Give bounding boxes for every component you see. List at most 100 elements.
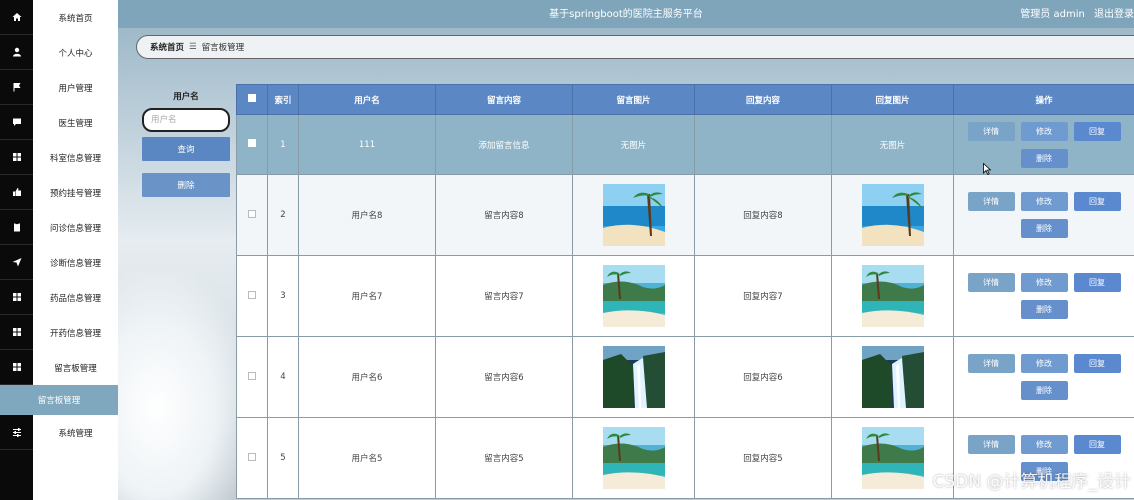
detail-button[interactable]: 详情 xyxy=(967,273,1015,292)
edit-button[interactable]: 修改 xyxy=(1020,121,1068,141)
breadcrumb-home[interactable]: 系统首页 xyxy=(150,41,184,53)
breadcrumb: 系统首页 ☰ 留言板管理 xyxy=(136,35,1134,59)
send-icon[interactable] xyxy=(0,245,33,280)
sidebar-item-profile[interactable]: 个人中心 xyxy=(33,35,118,70)
reply-button[interactable]: 回复 xyxy=(1073,354,1121,373)
cell-reply-image xyxy=(831,336,954,418)
grid-icon[interactable] xyxy=(0,280,33,315)
reply-button[interactable]: 回复 xyxy=(1073,273,1121,292)
sliders-icon[interactable] xyxy=(0,415,33,450)
select-all-checkbox[interactable] xyxy=(248,94,256,102)
edit-button[interactable]: 修改 xyxy=(1020,435,1068,454)
sidebar-subitem-messageboard-active[interactable]: 留言板管理 xyxy=(0,385,118,415)
cell-image xyxy=(572,255,695,337)
row-select-cell[interactable] xyxy=(236,336,268,418)
waterfall-image[interactable] xyxy=(861,346,924,408)
header-user-area: 管理员 admin 退出登录 xyxy=(1014,5,1134,20)
detail-button[interactable]: 详情 xyxy=(967,192,1015,211)
sidebar-item-doctors[interactable]: 医生管理 xyxy=(33,105,118,140)
sidebar-item-diagnoses[interactable]: 诊断信息管理 xyxy=(33,245,118,280)
row-select-cell[interactable] xyxy=(236,417,268,499)
detail-button[interactable]: 详情 xyxy=(967,354,1015,373)
island-image[interactable] xyxy=(861,427,924,489)
sidebar-item-departments[interactable]: 科室信息管理 xyxy=(33,140,118,175)
column-header-image: 留言图片 xyxy=(572,84,695,115)
select-all-header[interactable] xyxy=(236,84,268,115)
logout-link[interactable]: 退出登录 xyxy=(1094,9,1134,20)
cell-index: 4 xyxy=(267,336,299,418)
table-row[interactable]: 2 用户名8 留言内容8 回复内容8 详情 修改 回复 删除 xyxy=(236,174,1134,256)
delete-button[interactable]: 删除 xyxy=(1020,300,1068,319)
sidebar-item-system[interactable]: 系统管理 xyxy=(33,415,118,450)
cell-reply xyxy=(694,114,832,175)
grid-icon[interactable] xyxy=(0,315,33,350)
thumb-icon[interactable] xyxy=(0,175,33,210)
cell-username: 用户名8 xyxy=(298,174,436,256)
row-select-cell[interactable] xyxy=(236,114,268,175)
cell-reply: 回复内容5 xyxy=(694,417,832,499)
sidebar-item-medicines[interactable]: 药品信息管理 xyxy=(33,280,118,315)
reply-button[interactable]: 回复 xyxy=(1073,121,1121,141)
cell-actions: 详情 修改 回复 删除 xyxy=(953,114,1134,175)
edit-button[interactable]: 修改 xyxy=(1020,273,1068,292)
beach-image[interactable] xyxy=(602,184,665,246)
sidebar-item-appointments[interactable]: 预约挂号管理 xyxy=(33,175,118,210)
island-image[interactable] xyxy=(861,265,924,327)
csdn-watermark: CSDN @计算机程序_设计 xyxy=(932,472,1131,492)
cell-actions: 详情 修改 回复 删除 xyxy=(953,336,1134,418)
row-checkbox[interactable] xyxy=(248,452,256,461)
row-checkbox[interactable] xyxy=(248,290,256,299)
detail-button[interactable]: 详情 xyxy=(967,435,1015,454)
table-row[interactable]: 1 111 添加留言信息 无图片 无图片 详情 修改 回复 删除 xyxy=(236,114,1134,175)
sidebar-item-home[interactable]: 系统首页 xyxy=(33,0,118,35)
user-icon[interactable] xyxy=(0,35,33,70)
delete-button[interactable]: 删除 xyxy=(1020,219,1068,238)
cell-content: 留言内容8 xyxy=(435,174,573,256)
clipboard-icon[interactable] xyxy=(0,210,33,245)
grid-icon[interactable] xyxy=(0,350,33,385)
background-snow xyxy=(118,270,248,500)
cell-image xyxy=(572,174,695,256)
sidebar-item-users[interactable]: 用户管理 xyxy=(33,70,118,105)
cell-username: 用户名6 xyxy=(298,336,436,418)
row-checkbox[interactable] xyxy=(248,209,256,218)
sidebar-item-consultations[interactable]: 问诊信息管理 xyxy=(33,210,118,245)
column-header-username: 用户名 xyxy=(298,84,436,115)
delete-button[interactable]: 删除 xyxy=(1020,381,1068,400)
reply-button[interactable]: 回复 xyxy=(1073,192,1121,211)
row-select-cell[interactable] xyxy=(236,174,268,256)
delete-button[interactable]: 删除 xyxy=(1020,148,1068,168)
batch-delete-button[interactable]: 删除 xyxy=(142,173,230,197)
search-username-input[interactable] xyxy=(142,108,230,132)
grid-icon[interactable] xyxy=(0,140,33,175)
reply-button[interactable]: 回复 xyxy=(1073,435,1121,454)
waterfall-image[interactable] xyxy=(602,346,665,408)
sidebar-item-messageboard[interactable]: 留言板管理 xyxy=(33,350,118,385)
row-select-cell[interactable] xyxy=(236,255,268,337)
top-header: 基于springboot的医院主服务平台 管理员 admin 退出登录 xyxy=(118,0,1134,28)
cell-content: 留言内容5 xyxy=(435,417,573,499)
row-checkbox[interactable] xyxy=(248,371,256,380)
home-icon[interactable] xyxy=(0,0,33,35)
island-image[interactable] xyxy=(602,427,665,489)
detail-button[interactable]: 详情 xyxy=(967,121,1015,141)
sidebar-item-prescriptions[interactable]: 开药信息管理 xyxy=(33,315,118,350)
chat-icon[interactable] xyxy=(0,105,33,140)
breadcrumb-separator: ☰ xyxy=(189,42,197,52)
app-title: 基于springboot的医院主服务平台 xyxy=(549,9,703,20)
sidebar-icon-column xyxy=(0,0,33,500)
cell-reply: 回复内容8 xyxy=(694,174,832,256)
column-header-index: 索引 xyxy=(267,84,299,115)
edit-button[interactable]: 修改 xyxy=(1020,192,1068,211)
row-checkbox[interactable] xyxy=(248,139,256,147)
table-row[interactable]: 4 用户名6 留言内容6 回复内容6 详情 修改 回复 删除 xyxy=(236,336,1134,418)
beach-image[interactable] xyxy=(861,184,924,246)
flag-icon[interactable] xyxy=(0,70,33,105)
island-image[interactable] xyxy=(602,265,665,327)
table-row[interactable]: 3 用户名7 留言内容7 回复内容7 详情 修改 回复 删除 xyxy=(236,255,1134,337)
query-button[interactable]: 查询 xyxy=(142,137,230,161)
edit-button[interactable]: 修改 xyxy=(1020,354,1068,373)
search-username-label: 用户名 xyxy=(173,92,199,102)
column-header-reply: 回复内容 xyxy=(694,84,832,115)
cell-image: 无图片 xyxy=(572,114,695,175)
